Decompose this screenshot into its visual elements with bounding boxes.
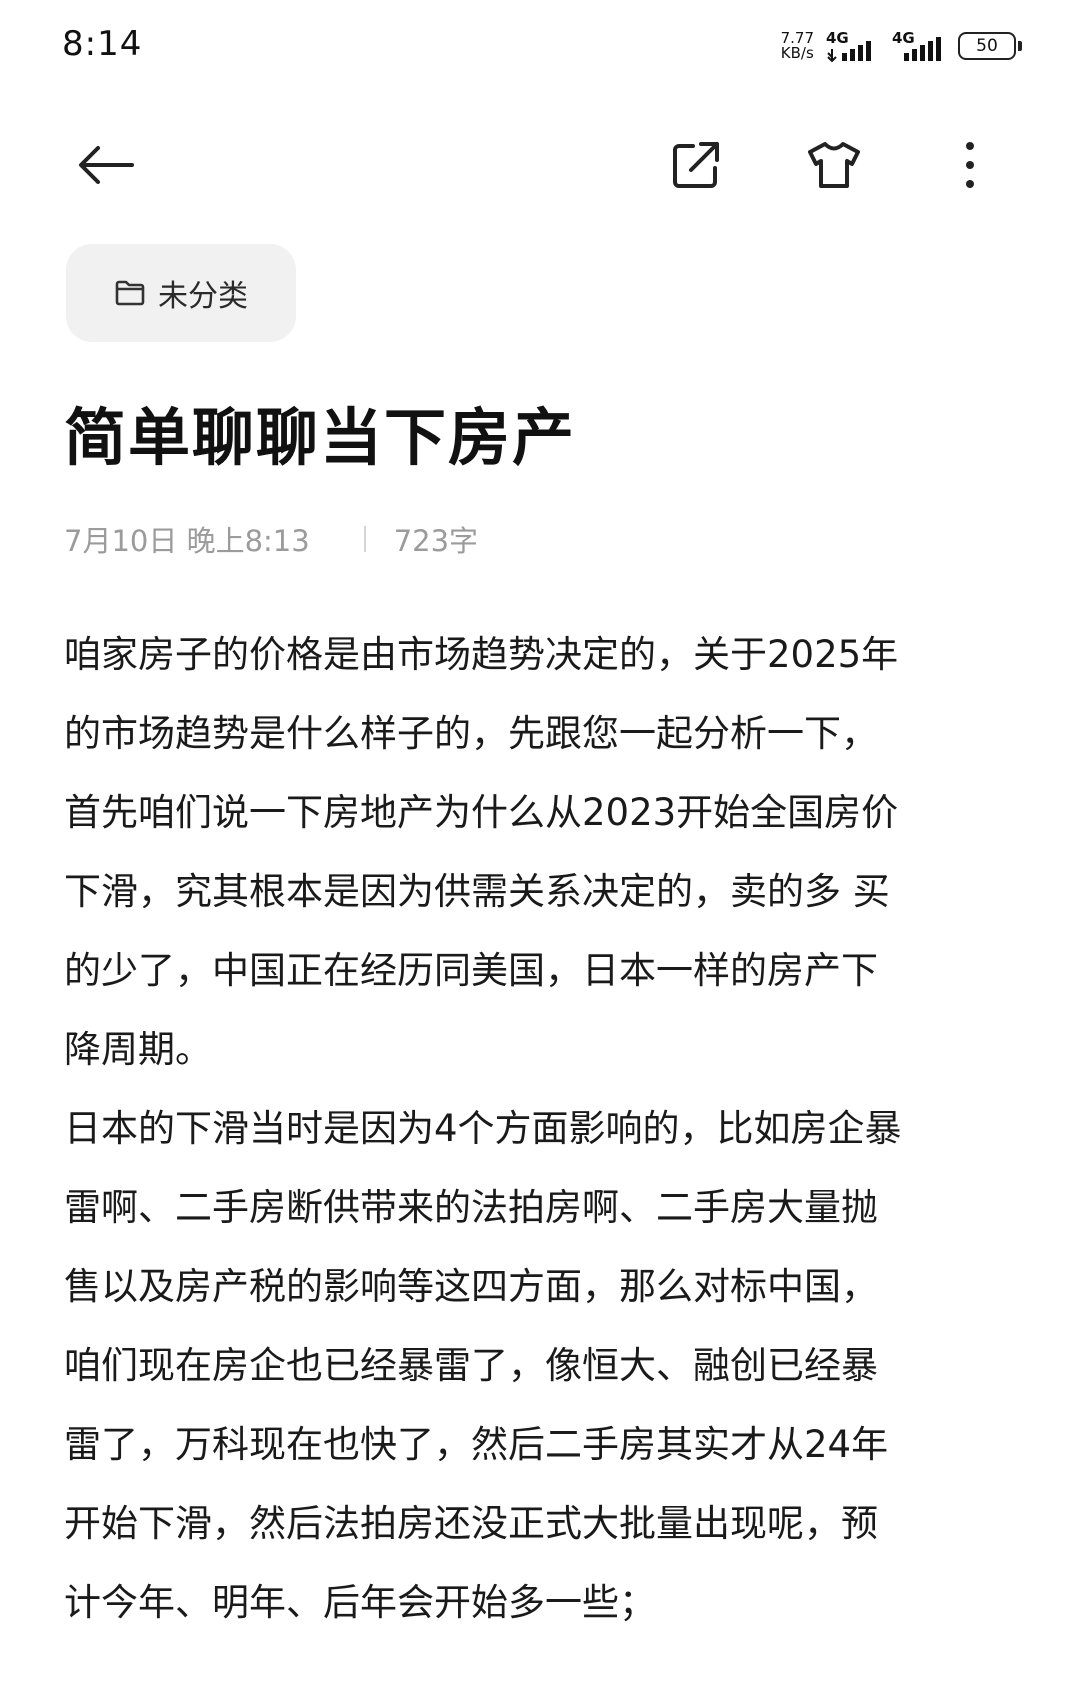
more-vertical-icon <box>966 142 974 188</box>
body-line: 下滑，究其根本是因为供需关系决定的，卖的多 买 <box>64 870 890 913</box>
body-line: 的少了，中国正在经历同美国，日本一样的房产下 <box>64 949 878 992</box>
folder-icon <box>115 280 145 306</box>
body-line: 日本的下滑当时是因为4个方面影响的，比如房企暴 <box>64 1107 902 1150</box>
note-date: 7月10日 晚上8:13 <box>64 524 310 558</box>
body-line: 开始下滑，然后法拍房还没正式大批量出现呢，预 <box>64 1502 878 1545</box>
more-button[interactable] <box>920 115 1020 215</box>
network-speed: 7.77 KB/s <box>781 31 814 61</box>
body-line: 雷啊、二手房断供带来的法拍房啊、二手房大量抛 <box>64 1186 878 1229</box>
status-time: 8:14 <box>62 24 143 64</box>
body-line: 的市场趋势是什么样子的，先跟您一起分析一下， <box>64 712 878 755</box>
shirt-icon <box>808 142 860 188</box>
category-label: 未分类 <box>158 279 248 314</box>
note-body[interactable]: 咱家房子的价格是由市场趋势决定的，关于2025年 的市场趋势是什么样子的，先跟您… <box>64 615 1024 1642</box>
signal-icon: 4G <box>892 29 946 63</box>
share-button[interactable] <box>646 115 746 215</box>
battery-level: 50 <box>958 32 1016 60</box>
body-line: 咱家房子的价格是由市场趋势决定的，关于2025年 <box>64 633 899 676</box>
status-bar: 8:14 7.77 KB/s 4G 4G 50 <box>0 0 1080 92</box>
battery-icon: 50 <box>958 32 1022 60</box>
body-line: 首先咱们说一下房地产为什么从2023开始全国房价 <box>64 791 899 834</box>
share-icon <box>673 142 719 188</box>
status-icons: 7.77 KB/s 4G 4G 50 <box>781 26 1022 66</box>
theme-button[interactable] <box>784 115 884 215</box>
word-count: 723字 <box>393 524 479 558</box>
body-line: 雷了，万科现在也快了，然后二手房其实才从24年 <box>64 1423 889 1466</box>
back-button[interactable] <box>56 115 156 215</box>
arrow-left-icon <box>79 146 134 184</box>
body-line: 降周期。 <box>64 1028 212 1071</box>
note-title[interactable]: 简单聊聊当下房产 <box>64 398 576 478</box>
network-speed-unit: KB/s <box>780 44 814 62</box>
body-line: 计今年、明年、后年会开始多一些； <box>64 1581 656 1624</box>
body-line: 售以及房产税的影响等这四方面，那么对标中国， <box>64 1265 878 1308</box>
note-toolbar <box>0 115 1080 215</box>
meta-divider <box>363 526 366 552</box>
note-meta: 7月10日 晚上8:13 723字 <box>64 518 478 560</box>
category-chip[interactable]: 未分类 <box>66 244 296 342</box>
signal-icon: 4G <box>826 29 880 63</box>
body-line: 咱们现在房企也已经暴雷了，像恒大、融创已经暴 <box>64 1344 878 1387</box>
